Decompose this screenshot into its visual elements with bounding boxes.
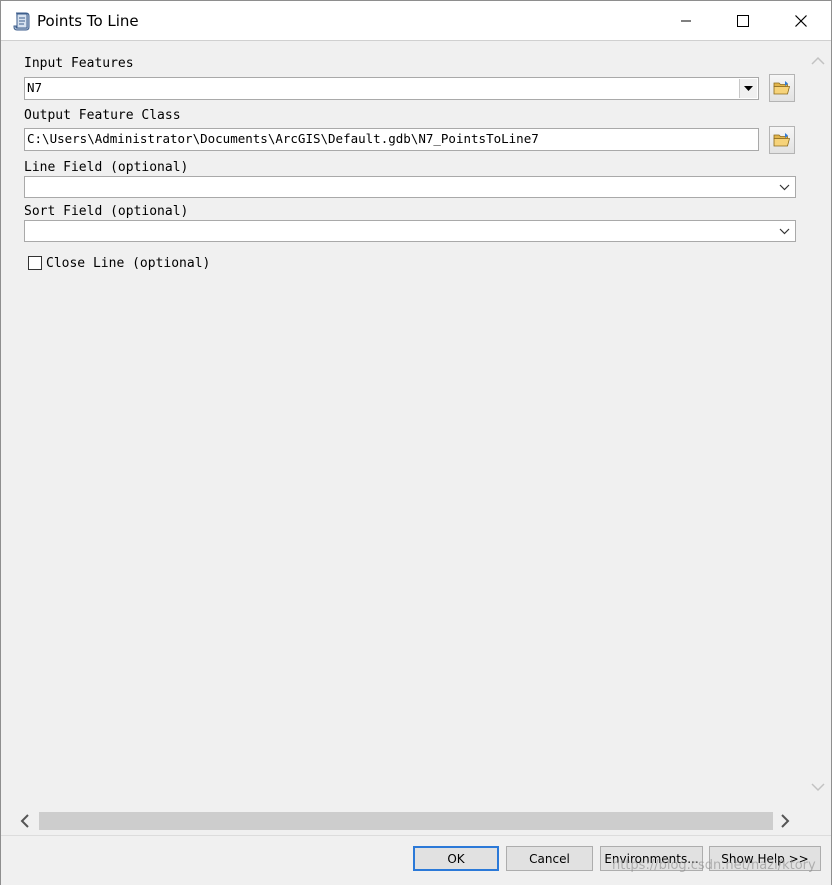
cancel-button[interactable]: Cancel [506, 846, 593, 871]
output-feature-class-value: C:\Users\Administrator\Documents\ArcGIS\… [27, 131, 539, 146]
sort-field-dropdown[interactable] [775, 221, 793, 241]
close-icon [795, 14, 807, 27]
input-features-label: Input Features [24, 56, 134, 71]
minimize-icon [681, 20, 691, 21]
input-features-combo[interactable]: N7 [24, 77, 759, 100]
maximize-button[interactable] [714, 1, 772, 40]
chevron-right-icon[interactable] [777, 813, 793, 829]
open-folder-icon [773, 81, 791, 95]
parameters-panel: Input Features N7 Output Feature Class C… [3, 41, 806, 809]
chevron-left-icon[interactable] [17, 813, 33, 829]
close-button[interactable] [772, 1, 830, 40]
output-feature-class-label: Output Feature Class [24, 108, 181, 123]
input-features-browse-button[interactable] [769, 74, 795, 102]
triangle-down-icon [744, 85, 753, 91]
output-feature-class-input[interactable]: C:\Users\Administrator\Documents\ArcGIS\… [24, 128, 759, 151]
window-title: Points To Line [37, 12, 139, 30]
chevron-down-icon [779, 184, 789, 190]
input-features-value: N7 [27, 80, 43, 95]
output-feature-class-browse-button[interactable] [769, 126, 795, 154]
tool-dialog-window: Points To Line Input Features N7 Output … [0, 0, 832, 885]
title-bar[interactable]: Points To Line [1, 1, 831, 41]
chevron-down-icon[interactable] [810, 779, 826, 795]
minimize-button[interactable] [657, 1, 715, 40]
horizontal-scroll-thumb[interactable] [39, 812, 773, 830]
chevron-down-icon [779, 228, 789, 234]
line-field-dropdown[interactable] [775, 177, 793, 197]
close-line-checkbox[interactable] [28, 256, 42, 270]
maximize-icon [737, 14, 749, 27]
toolbox-scroll-icon [13, 12, 30, 31]
watermark-text: https://blog.csdn.net/nazi/ktory [612, 858, 816, 873]
open-folder-icon [773, 133, 791, 147]
chevron-up-icon[interactable] [810, 53, 826, 69]
line-field-label: Line Field (optional) [24, 160, 189, 175]
vertical-scrollbar[interactable] [806, 41, 830, 809]
close-line-label[interactable]: Close Line (optional) [46, 256, 210, 271]
sort-field-label: Sort Field (optional) [24, 204, 189, 219]
sort-field-combo[interactable] [24, 220, 796, 242]
input-features-dropdown[interactable] [739, 79, 757, 98]
ok-button[interactable]: OK [413, 846, 499, 871]
horizontal-scrollbar[interactable] [3, 809, 806, 833]
line-field-combo[interactable] [24, 176, 796, 198]
